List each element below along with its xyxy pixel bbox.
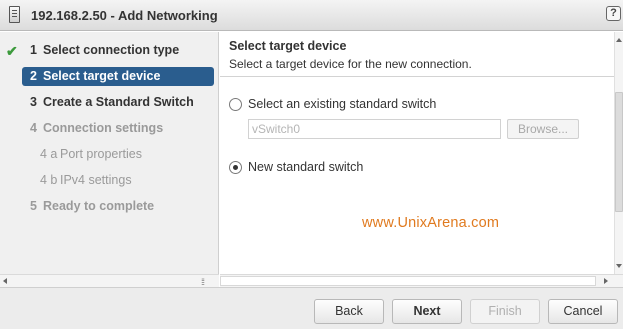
header-divider <box>220 76 615 77</box>
scroll-down-icon[interactable] <box>616 264 622 268</box>
step-number: 4 b <box>40 173 58 187</box>
title-bar: 192.168.2.50 - Add Networking ? <box>0 0 623 31</box>
option-new-switch-label: New standard switch <box>248 160 364 174</box>
step-number: 1 <box>30 43 37 57</box>
content-panel: Select target device Select a target dev… <box>220 32 623 274</box>
finish-button[interactable]: Finish <box>470 299 540 324</box>
option-existing-switch[interactable]: Select an existing standard switch <box>229 96 436 112</box>
option-new-switch[interactable]: New standard switch <box>229 159 363 175</box>
step-number: 3 <box>30 95 37 109</box>
splitter-grip-icon[interactable]: ⁞⁞ <box>201 277 205 287</box>
help-icon[interactable]: ? <box>606 6 621 21</box>
host-icon <box>9 6 20 23</box>
page-subheading: Select a target device for the new conne… <box>229 57 472 71</box>
back-button[interactable]: Back <box>314 299 384 324</box>
step-ipv4-settings: 4 b IPv4 settings <box>0 171 219 190</box>
scroll-up-icon[interactable] <box>616 38 622 42</box>
step-label: Select target device <box>43 69 161 83</box>
step-number: 4 a <box>40 147 58 161</box>
radio-existing-switch[interactable] <box>229 97 242 111</box>
cancel-button[interactable]: Cancel <box>548 299 618 324</box>
step-label: Ready to complete <box>43 199 155 213</box>
step-select-connection-type[interactable]: ✔ 1 Select connection type <box>0 41 219 60</box>
vswitch-field[interactable]: vSwitch0 <box>248 119 501 139</box>
step-number: 2 <box>30 69 37 83</box>
scroll-left-icon[interactable] <box>3 278 7 284</box>
watermark-text: www.UnixArena.com <box>362 215 500 231</box>
scroll-right-icon[interactable] <box>604 278 608 284</box>
scroll-thumb[interactable] <box>615 92 623 212</box>
step-connection-settings: 4 Connection settings <box>0 119 219 138</box>
sidebar-horizontal-scrollbar[interactable]: ⁞⁞ <box>0 274 219 287</box>
step-label: IPv4 settings <box>60 173 132 187</box>
step-label: Create a Standard Switch <box>43 95 194 109</box>
step-create-standard-switch[interactable]: 3 Create a Standard Switch <box>0 93 219 112</box>
browse-button[interactable]: Browse... <box>507 119 579 139</box>
step-label: Connection settings <box>43 121 164 135</box>
step-number: 4 <box>30 121 37 135</box>
step-select-target-device[interactable]: 2 Select target device <box>22 67 214 86</box>
content-horizontal-scrollbar[interactable] <box>220 274 623 287</box>
radio-new-switch[interactable] <box>229 160 242 174</box>
step-ready-to-complete: 5 Ready to complete <box>0 197 219 216</box>
window-title: 192.168.2.50 - Add Networking <box>31 8 218 23</box>
step-label: Select connection type <box>43 43 180 57</box>
step-number: 5 <box>30 199 37 213</box>
step-label: Port properties <box>60 147 142 161</box>
step-port-properties: 4 a Port properties <box>0 145 219 164</box>
wizard-footer: Back Next Finish Cancel <box>0 287 623 329</box>
next-button[interactable]: Next <box>392 299 462 324</box>
content-vertical-scrollbar[interactable] <box>614 32 623 274</box>
checkmark-icon: ✔ <box>6 43 18 59</box>
page-heading: Select target device <box>229 39 347 53</box>
wizard-steps-sidebar: ✔ 1 Select connection type 2 Select targ… <box>0 32 219 274</box>
option-existing-switch-label: Select an existing standard switch <box>248 97 437 111</box>
scroll-thumb[interactable] <box>220 276 596 286</box>
